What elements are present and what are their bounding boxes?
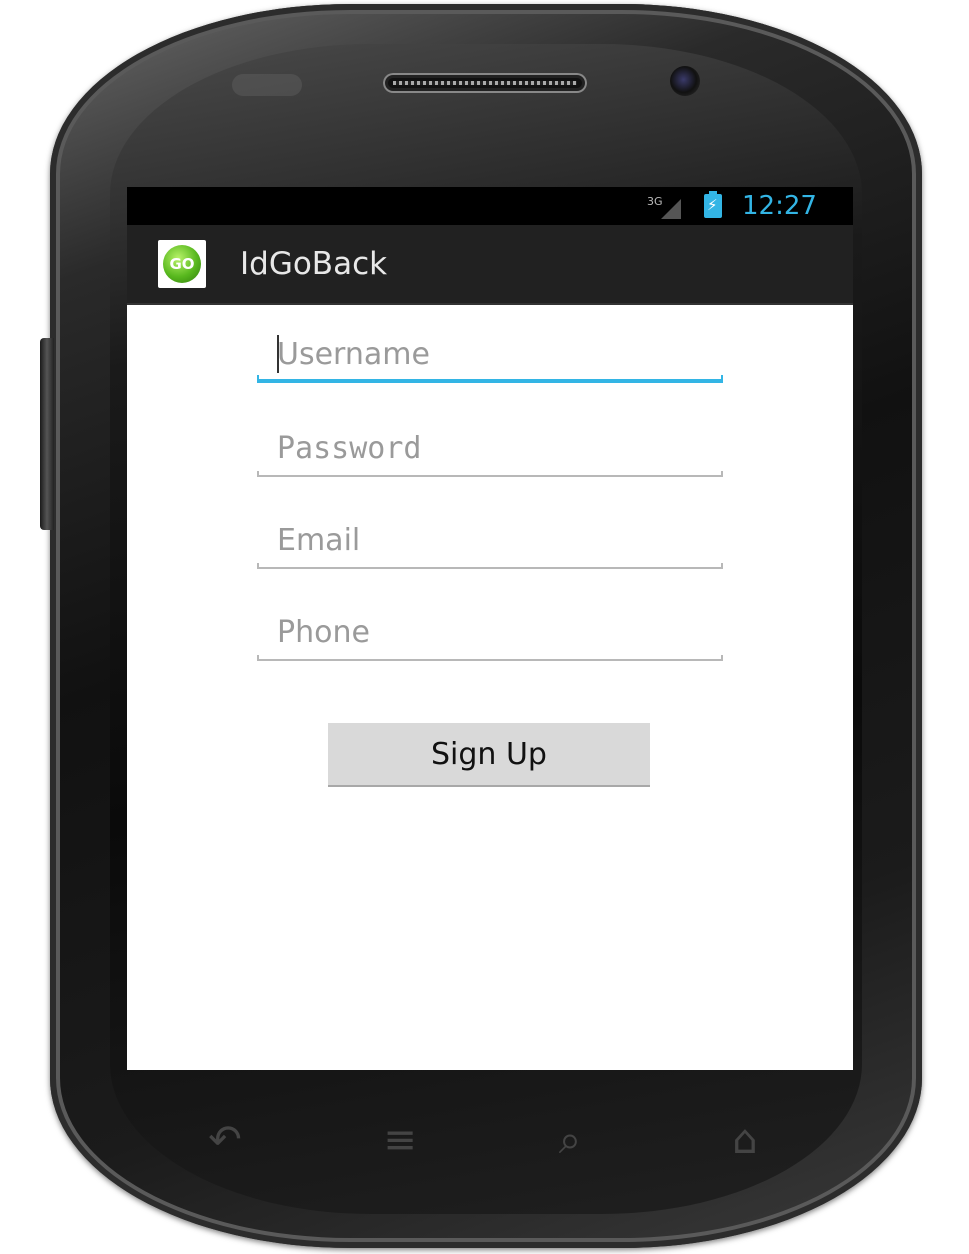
front-camera	[670, 66, 700, 96]
signal-icon: 3G	[647, 195, 687, 219]
battery-charging-icon: ⚡	[704, 191, 722, 218]
phone-underline	[257, 655, 723, 661]
menu-icon[interactable]: ≡	[365, 1110, 435, 1170]
username-underline	[257, 375, 723, 383]
password-underline	[257, 471, 723, 477]
proximity-sensor	[232, 74, 302, 96]
signup-form: Sign Up	[127, 305, 853, 1070]
phone-input[interactable]	[257, 603, 723, 661]
email-input[interactable]	[257, 511, 723, 569]
home-icon[interactable]: ⌂	[710, 1110, 780, 1170]
email-field-wrapper	[257, 511, 723, 569]
status-bar: 3G ⚡ 12:27	[127, 187, 853, 225]
status-clock: 12:27	[742, 191, 817, 221]
app-logo-icon[interactable]: GO	[158, 240, 206, 288]
action-bar: GO IdGoBack	[127, 225, 853, 305]
earpiece-speaker	[383, 73, 587, 93]
hardware-nav-bar: ↶ ≡ ⌕ ⌂	[150, 1100, 830, 1180]
phone-field-wrapper	[257, 603, 723, 661]
sign-up-button[interactable]: Sign Up	[328, 723, 650, 787]
phone-volume-button	[40, 338, 54, 530]
app-title: IdGoBack	[240, 246, 388, 282]
text-cursor	[277, 335, 279, 373]
search-icon[interactable]: ⌕	[535, 1110, 605, 1170]
back-icon[interactable]: ↶	[190, 1110, 260, 1170]
email-underline	[257, 563, 723, 569]
password-input[interactable]	[257, 419, 723, 477]
username-field-wrapper	[257, 325, 723, 383]
username-input[interactable]	[257, 325, 723, 383]
password-field-wrapper	[257, 419, 723, 477]
app-logo-text: GO	[163, 245, 201, 283]
device-screen: 3G ⚡ 12:27 GO IdGoBack Sign	[127, 187, 853, 1070]
